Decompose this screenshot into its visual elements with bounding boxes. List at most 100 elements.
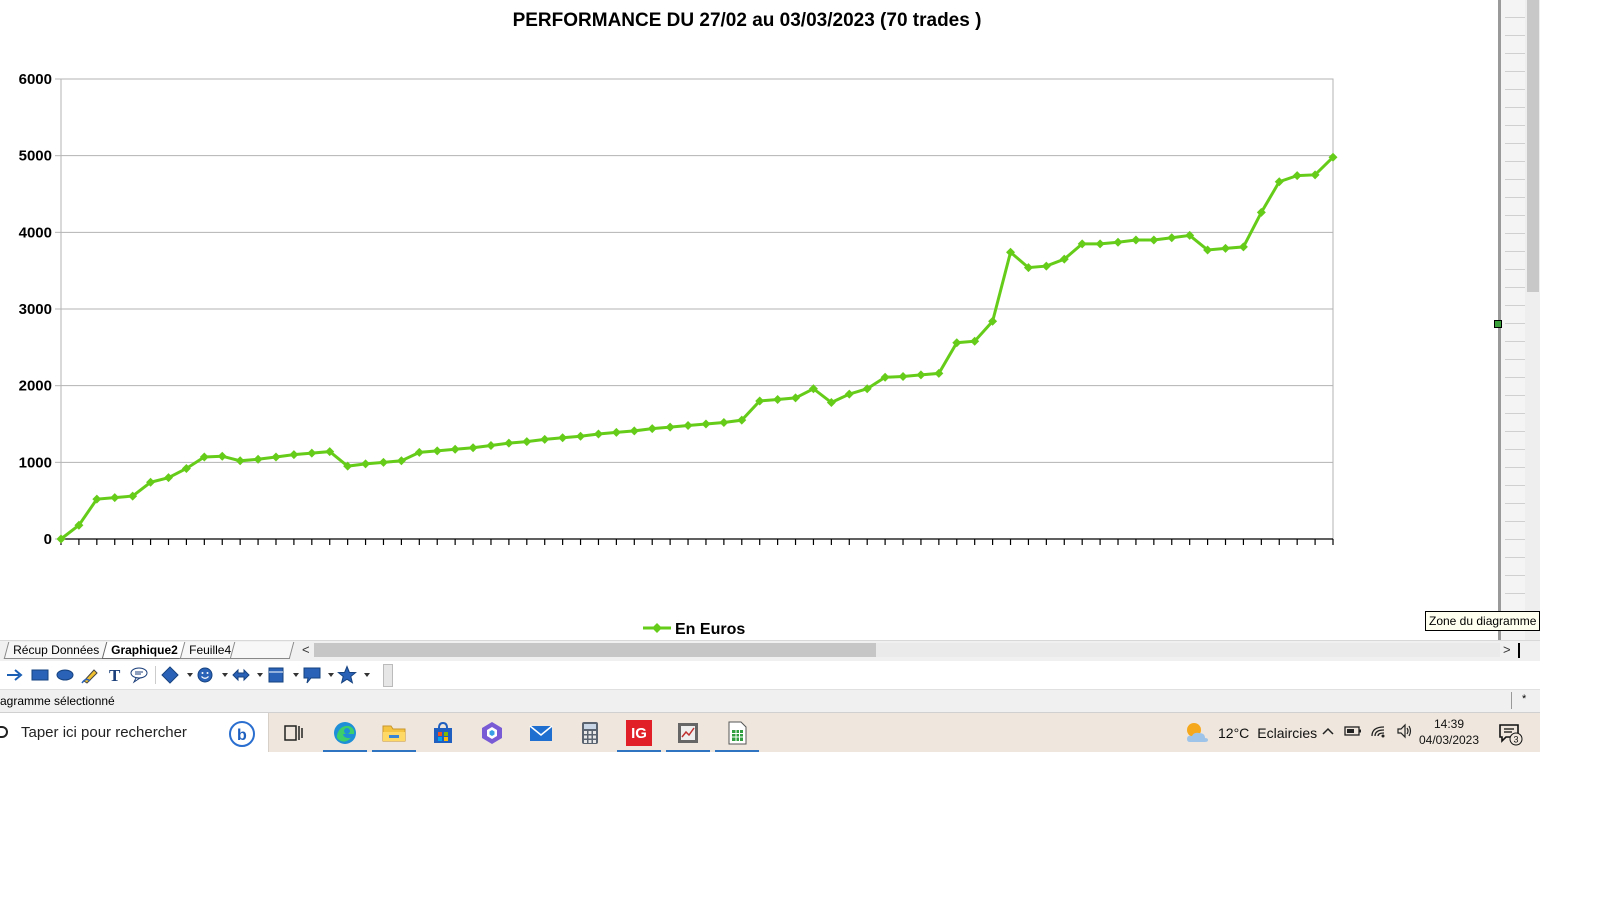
data-point[interactable]	[1113, 237, 1123, 247]
data-point[interactable]	[307, 448, 317, 458]
svg-text:b: b	[237, 727, 247, 744]
basic-shapes-dropdown-icon[interactable]	[187, 673, 193, 677]
data-point[interactable]	[1131, 235, 1141, 245]
microsoft-store-icon[interactable]	[426, 717, 460, 749]
notification-count: 3	[1514, 735, 1519, 745]
vertical-scrollbar[interactable]	[1525, 0, 1540, 640]
system-tray	[1320, 723, 1414, 739]
data-point[interactable]	[468, 443, 478, 453]
series-markers	[56, 152, 1338, 544]
callouts-icon[interactable]	[302, 665, 322, 685]
block-arrows-icon[interactable]	[231, 665, 251, 685]
data-point[interactable]	[540, 434, 550, 444]
document-modified-indicator[interactable]: *	[1522, 693, 1526, 705]
data-point[interactable]	[1095, 239, 1105, 249]
scroll-right-button[interactable]: >	[1503, 642, 1511, 657]
smiley-icon[interactable]	[195, 665, 215, 685]
notification-center-icon[interactable]: 3	[1497, 722, 1523, 751]
data-point[interactable]	[504, 438, 514, 448]
freeform-icon[interactable]	[80, 665, 100, 685]
calc-spreadsheet-icon[interactable]	[715, 717, 759, 752]
data-point[interactable]	[378, 457, 388, 467]
file-explorer-icon[interactable]	[372, 717, 416, 752]
horizontal-scrollbar[interactable]	[314, 643, 1500, 657]
tooltip: Zone du diagramme	[1425, 611, 1540, 631]
mail-icon[interactable]	[524, 717, 558, 749]
data-point[interactable]	[235, 456, 245, 466]
data-point[interactable]	[486, 440, 496, 450]
symbol-shapes-dropdown-icon[interactable]	[222, 673, 228, 677]
data-point[interactable]	[773, 394, 783, 404]
chevron-up-icon[interactable]	[1320, 723, 1336, 739]
data-point[interactable]	[611, 427, 621, 437]
tab-recup-donnees[interactable]: Récup Données	[3, 642, 109, 659]
data-point[interactable]	[1292, 171, 1302, 181]
speaker-icon[interactable]	[1396, 723, 1414, 739]
calculator-icon[interactable]	[573, 717, 607, 749]
stars-dropdown-icon[interactable]	[364, 673, 370, 677]
data-point[interactable]	[844, 389, 854, 399]
chart-app-icon[interactable]	[666, 717, 710, 752]
flowchart-icon[interactable]	[266, 665, 286, 685]
data-point[interactable]	[110, 493, 120, 503]
legend-label: En Euros	[675, 621, 745, 638]
vertical-scroll-thumb[interactable]	[1527, 0, 1539, 292]
data-point[interactable]	[271, 452, 281, 462]
data-point[interactable]	[361, 459, 371, 469]
rectangle-icon[interactable]	[30, 665, 50, 685]
data-point[interactable]	[593, 429, 603, 439]
data-point[interactable]	[898, 371, 908, 381]
selection-handle[interactable]	[1494, 320, 1502, 328]
tab-graphique2[interactable]: Graphique2	[101, 642, 187, 659]
wifi-icon[interactable]	[1370, 723, 1388, 739]
toolbar-overflow-button[interactable]	[383, 664, 393, 687]
edge-browser-icon[interactable]	[323, 717, 367, 752]
data-point[interactable]	[629, 426, 639, 436]
taskbar-search-box[interactable]: Taper ici pour rechercher b	[0, 713, 269, 752]
basic-shapes-icon[interactable]	[160, 665, 180, 685]
data-point[interactable]	[916, 370, 926, 380]
tab-empty[interactable]	[229, 642, 295, 659]
data-point[interactable]	[647, 424, 657, 434]
data-point[interactable]	[1149, 235, 1159, 245]
data-point[interactable]	[683, 421, 693, 431]
bing-icon[interactable]: b	[228, 720, 256, 752]
data-point[interactable]	[558, 433, 568, 443]
arrow-line-icon[interactable]	[4, 665, 24, 685]
status-text: agramme sélectionné	[0, 694, 115, 708]
callout-text-icon[interactable]	[129, 665, 149, 685]
text-tool-icon[interactable]: T	[105, 665, 125, 685]
weather-widget[interactable]: 12°C Eclaircies	[1184, 721, 1317, 745]
data-point[interactable]	[719, 417, 729, 427]
data-point[interactable]	[522, 437, 532, 447]
text-cursor	[1518, 643, 1520, 658]
data-point[interactable]	[576, 431, 586, 441]
battery-icon[interactable]	[1344, 723, 1362, 739]
data-point[interactable]	[665, 422, 675, 432]
task-view-icon[interactable]	[276, 717, 310, 749]
ig-trading-icon[interactable]: IG	[617, 717, 661, 752]
chart-area[interactable]: 0 1000 2000 3000 4000 5000 6000 PERFORMANCE DU…	[0, 0, 1500, 640]
callouts-dropdown-icon[interactable]	[328, 673, 334, 677]
ellipse-icon[interactable]	[55, 665, 75, 685]
data-point[interactable]	[1167, 233, 1177, 243]
horizontal-scroll-thumb[interactable]	[314, 643, 876, 657]
data-point[interactable]	[396, 456, 406, 466]
data-point[interactable]	[217, 451, 227, 461]
y-tick-label: 2000	[19, 378, 52, 395]
data-point[interactable]	[289, 450, 299, 460]
stars-icon[interactable]	[337, 665, 357, 685]
data-point[interactable]	[701, 419, 711, 429]
taskbar-clock[interactable]: 14:39 04/03/2023	[1416, 716, 1482, 748]
tab-scroll-left-button[interactable]: <	[302, 642, 310, 657]
data-point[interactable]	[1221, 243, 1231, 253]
data-point[interactable]	[450, 444, 460, 454]
data-point[interactable]	[414, 447, 424, 457]
data-point[interactable]	[432, 446, 442, 456]
flowchart-dropdown-icon[interactable]	[293, 673, 299, 677]
data-point[interactable]	[1041, 261, 1051, 271]
block-arrows-dropdown-icon[interactable]	[257, 673, 263, 677]
copilot-app-icon[interactable]	[475, 717, 509, 749]
search-icon	[0, 726, 8, 738]
taskbar: Taper ici pour rechercher b IG 12°C Ecla…	[0, 713, 1540, 752]
